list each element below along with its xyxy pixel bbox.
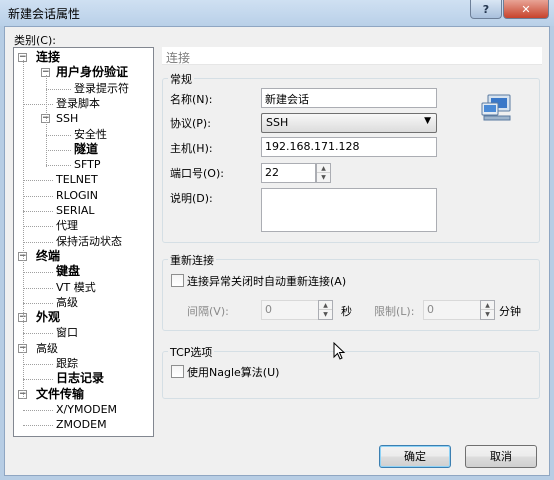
tree-item[interactable]: 登录提示符 [74,81,129,96]
limit-label: 限制(L): [374,305,415,318]
limit-spinner[interactable]: ▲ ▼ [480,300,495,320]
tree-item[interactable]: 键盘 [56,264,80,279]
help-icon: ? [482,2,490,16]
tree-connector [23,241,53,243]
protocol-label: 协议(P): [170,117,211,130]
tree-item[interactable]: SSH [56,111,78,126]
mouse-cursor-icon [333,342,346,360]
seconds-unit: 秒 [341,305,352,318]
tree-connector [23,287,53,289]
network-computer-icon [481,94,511,121]
tree-item[interactable]: 日志记录 [56,371,104,386]
spin-down-icon[interactable]: ▼ [317,173,330,182]
interval-label: 间隔(V): [187,305,229,318]
tree-connector [23,379,53,381]
nagle-label: 使用Nagle算法(U) [187,366,280,379]
close-icon: ✕ [521,2,531,16]
tree-connector [23,226,53,228]
tree-item[interactable]: 登录脚本 [56,96,100,111]
reconnect-group-title: 重新连接 [168,252,216,268]
minutes-unit: 分钟 [499,305,521,318]
host-label: 主机(H): [170,142,213,155]
tree-guide-line [46,75,47,168]
tree-connector [23,364,53,365]
tree-connector [46,88,71,90]
tree-item[interactable]: 高级 [56,295,78,310]
window-title: 新建会话属性 [8,7,81,21]
protocol-value: SSH [266,116,289,129]
name-input[interactable]: 新建会话 [261,88,437,108]
tree-item[interactable]: RLOGIN [56,188,98,203]
help-button[interactable]: ? [470,0,502,19]
tree-item[interactable]: 连接 [36,50,60,65]
category-tree[interactable]: − 连接 − 用户身份验证 登录提示符 登录脚本 − SSH 安全性 隧道 SFTP TELNET RL… [13,47,154,437]
close-button[interactable]: ✕ [503,0,549,19]
category-label: 类别(C): [14,34,56,47]
port-input[interactable]: 22 [261,163,316,183]
tree-connector [23,195,53,197]
host-input[interactable]: 192.168.171.128 [261,137,437,157]
port-label: 端口号(O): [170,167,224,180]
tree-connector [23,180,53,182]
interval-input[interactable]: 0 [261,300,319,320]
tree-connector [46,134,71,136]
title-bar[interactable]: 新建会话属性 ? ✕ [0,0,554,26]
spin-up-icon[interactable]: ▲ [481,301,494,310]
auto-reconnect-checkbox[interactable] [171,274,184,287]
auto-reconnect-label: 连接异常关闭时自动重新连接(A) [187,275,347,288]
interval-spinner[interactable]: ▲ ▼ [318,300,333,320]
general-group-title: 常规 [168,71,194,87]
tree-connector [23,211,53,212]
tree-item[interactable]: 用户身份验证 [56,65,128,80]
tree-item[interactable]: VT 模式 [56,280,96,295]
reconnect-group [162,259,540,331]
protocol-select[interactable]: SSH ▼ [261,113,437,133]
ok-button[interactable]: 确定 [379,445,451,468]
tree-item[interactable]: 隧道 [74,142,98,157]
tree-item[interactable]: 高级 [36,341,58,356]
tree-connector [23,333,53,335]
tree-item[interactable]: 外观 [36,310,60,325]
name-label: 名称(N): [170,93,213,106]
cancel-button[interactable]: 取消 [465,445,537,468]
tree-connector [46,149,71,151]
chevron-down-icon: ▼ [424,116,431,126]
tree-item[interactable]: 窗口 [56,325,78,340]
tree-connector [23,103,53,105]
tree-item[interactable]: SFTP [74,157,100,172]
tree-item[interactable]: 文件传输 [36,387,84,402]
tree-connector [23,409,53,411]
description-input[interactable] [261,188,437,232]
tree-item[interactable]: SERIAL [56,203,94,218]
tree-guide-line [23,60,24,399]
port-spinner[interactable]: ▲ ▼ [316,163,331,183]
nagle-checkbox[interactable] [171,365,184,378]
tree-connector [23,425,53,427]
spin-up-icon[interactable]: ▲ [317,164,330,173]
panel-header: 连接 [162,47,542,65]
spin-up-icon[interactable]: ▲ [319,301,332,310]
tree-connector [23,302,53,304]
tree-item[interactable]: ZMODEM [56,417,107,432]
tree-item[interactable]: 代理 [56,218,78,233]
tree-item[interactable]: 跟踪 [56,356,78,371]
tree-item[interactable]: 保持活动状态 [56,234,122,249]
spin-down-icon[interactable]: ▼ [319,310,332,319]
tree-item[interactable]: 终端 [36,249,60,264]
tree-item[interactable]: TELNET [56,172,98,187]
tree-item[interactable]: X/YMODEM [56,402,117,417]
tree-item[interactable]: 安全性 [74,127,107,142]
limit-input[interactable]: 0 [423,300,481,320]
tree-connector [46,165,71,167]
description-label: 说明(D): [170,192,213,205]
tcp-group-title: TCP选项 [168,344,215,360]
spin-down-icon[interactable]: ▼ [481,310,494,319]
tree-connector [23,272,53,274]
